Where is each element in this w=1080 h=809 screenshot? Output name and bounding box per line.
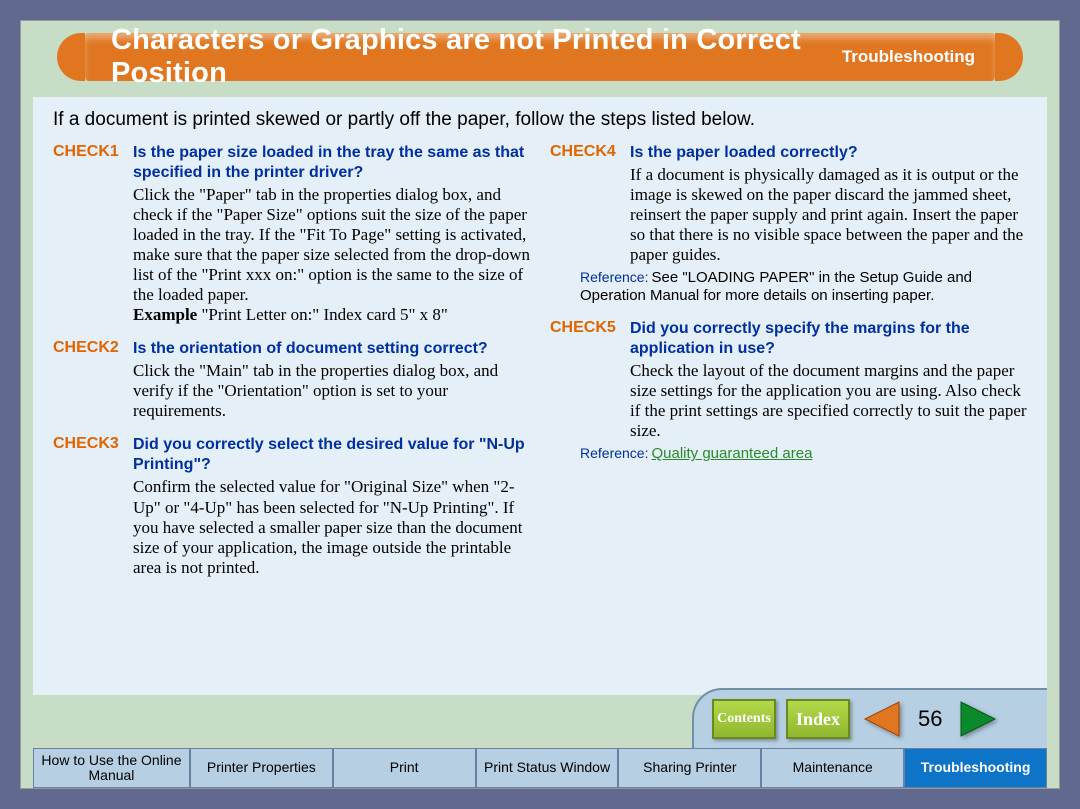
- check4: CHECK4 Is the paper loaded correctly? If…: [550, 143, 1027, 305]
- check-question: Is the paper size loaded in the tray the…: [133, 143, 530, 183]
- check1: CHECK1 Is the paper size loaded in the t…: [53, 143, 530, 325]
- tab-troubleshooting[interactable]: Troubleshooting: [904, 748, 1047, 788]
- tab-print-status-window[interactable]: Print Status Window: [476, 748, 619, 788]
- header-cap-right: [995, 33, 1023, 81]
- left-column: CHECK1 Is the paper size loaded in the t…: [53, 143, 530, 592]
- next-page-button[interactable]: [958, 700, 1000, 738]
- reference-label: Reference:: [580, 445, 648, 461]
- header-inner: Characters or Graphics are not Printed i…: [85, 33, 995, 81]
- nav-panel: Contents Index 56: [692, 688, 1047, 748]
- reference-label: Reference:: [580, 269, 648, 285]
- content-area: If a document is printed skewed or partl…: [33, 97, 1047, 695]
- tab-print[interactable]: Print: [333, 748, 476, 788]
- header-cap-left: [57, 33, 85, 81]
- check-number: CHECK1: [53, 143, 133, 161]
- check-body: If a document is physically damaged as i…: [630, 165, 1027, 265]
- check-body: Click the "Paper" tab in the properties …: [133, 185, 530, 325]
- check-question: Did you correctly select the desired val…: [133, 435, 530, 475]
- tab-how-to-use[interactable]: How to Use the Online Manual: [33, 748, 190, 788]
- check-number: CHECK3: [53, 435, 133, 453]
- check-body: Check the layout of the document margins…: [630, 361, 1027, 441]
- check-number: CHECK4: [550, 143, 630, 161]
- reference-link[interactable]: Quality guaranteed area: [651, 445, 812, 462]
- page-title: Characters or Graphics are not Printed i…: [111, 24, 842, 90]
- check-number: CHECK2: [53, 339, 133, 357]
- tab-bar: How to Use the Online Manual Printer Pro…: [33, 748, 1047, 788]
- check2: CHECK2 Is the orientation of document se…: [53, 339, 530, 421]
- check-body-text: Click the "Paper" tab in the properties …: [133, 185, 530, 304]
- check-body-text: If a document is physically damaged as i…: [630, 165, 1023, 264]
- check-body: Click the "Main" tab in the properties d…: [133, 361, 530, 421]
- tab-sharing-printer[interactable]: Sharing Printer: [618, 748, 761, 788]
- index-button[interactable]: Index: [786, 699, 850, 739]
- check-question: Did you correctly specify the margins fo…: [630, 319, 1027, 359]
- example-text: "Print Letter on:" Index card 5" x 8": [197, 305, 448, 324]
- page-number: 56: [918, 706, 942, 732]
- prev-page-button[interactable]: [860, 700, 902, 738]
- check3: CHECK3 Did you correctly select the desi…: [53, 435, 530, 577]
- columns: CHECK1 Is the paper size loaded in the t…: [53, 143, 1027, 592]
- check-question: Is the paper loaded correctly?: [630, 143, 858, 163]
- tab-printer-properties[interactable]: Printer Properties: [190, 748, 333, 788]
- check-number: CHECK5: [550, 319, 630, 337]
- check-question: Is the orientation of document setting c…: [133, 339, 488, 359]
- page-frame: Characters or Graphics are not Printed i…: [20, 20, 1060, 789]
- right-column: CHECK4 Is the paper loaded correctly? If…: [550, 143, 1027, 592]
- header-bar: Characters or Graphics are not Printed i…: [71, 33, 1009, 81]
- intro-text: If a document is printed skewed or partl…: [53, 109, 1027, 131]
- reference-row: Reference:Quality guaranteed area: [580, 445, 1027, 463]
- section-label: Troubleshooting: [842, 47, 975, 67]
- tab-maintenance[interactable]: Maintenance: [761, 748, 904, 788]
- check5: CHECK5 Did you correctly specify the mar…: [550, 319, 1027, 463]
- contents-button[interactable]: Contents: [712, 699, 776, 739]
- reference-row: Reference:See "LOADING PAPER" in the Set…: [580, 269, 1027, 305]
- check-body: Confirm the selected value for "Original…: [133, 477, 530, 577]
- example-label: Example: [133, 305, 197, 324]
